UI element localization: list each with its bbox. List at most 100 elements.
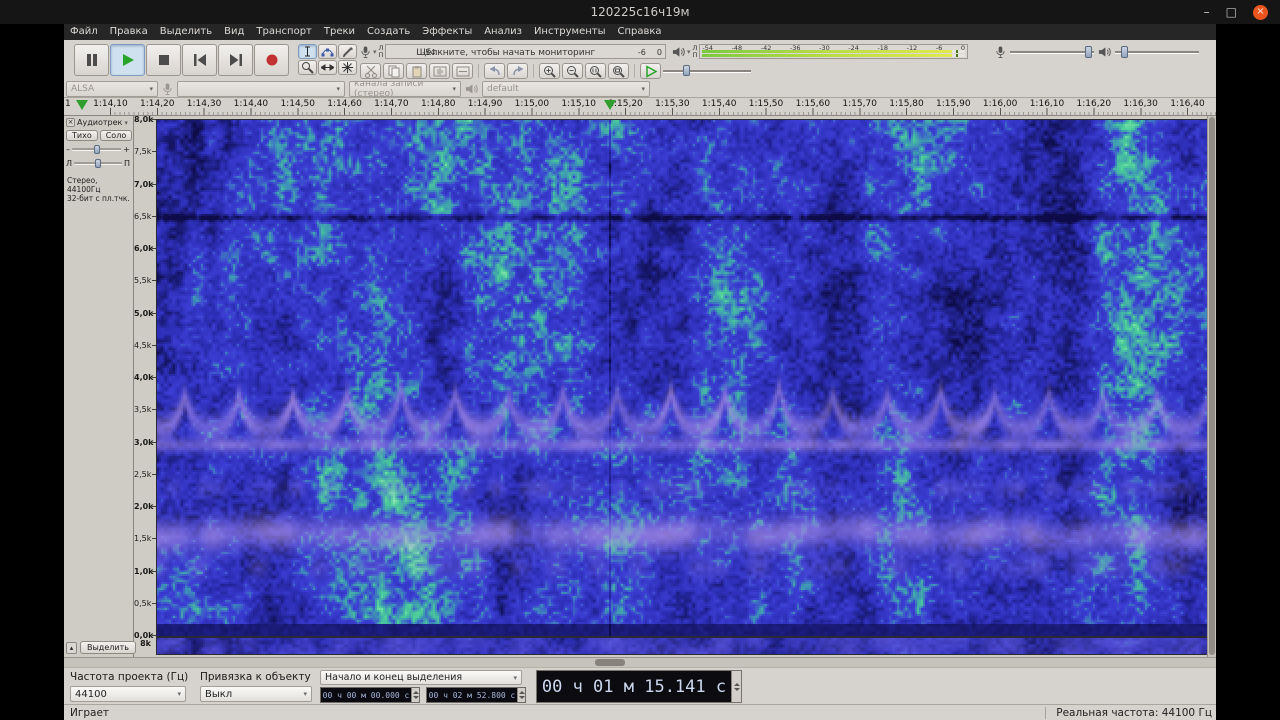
redo-button[interactable]	[507, 63, 528, 79]
zoom-out-button[interactable]	[562, 63, 583, 79]
cut-button[interactable]	[360, 63, 381, 79]
scrollbar-thumb[interactable]	[595, 659, 625, 666]
pinned-playhead-marker[interactable]	[76, 100, 88, 110]
stop-button[interactable]	[146, 44, 181, 76]
channel-right-label: П	[693, 52, 698, 59]
frequency-label-channel2: 8k	[134, 639, 151, 648]
zoom-tool-button[interactable]	[298, 60, 317, 75]
slider-thumb[interactable]	[95, 159, 101, 168]
slider-thumb[interactable]	[94, 145, 100, 154]
spin-up-icon[interactable]	[734, 683, 740, 686]
pan-slider[interactable]: Л П	[66, 159, 130, 168]
track-name-menu[interactable]: Аудиотрек ▾	[77, 118, 128, 127]
gain-slider[interactable]: – +	[66, 145, 130, 154]
timeline-label: 1:15,50	[743, 99, 790, 109]
timeline-ruler[interactable]: 1 1:14,101:14,201:14,301:14,401:14,501:1…	[64, 98, 1216, 116]
spinner[interactable]	[731, 671, 741, 702]
vertical-scrollbar[interactable]	[1207, 116, 1216, 657]
recording-volume-slider[interactable]	[1010, 46, 1094, 58]
menu-item[interactable]: Инструменты	[528, 24, 612, 40]
spinner[interactable]	[517, 688, 525, 702]
frequency-label: 4,5k	[134, 341, 156, 373]
select-track-button[interactable]: Выделить	[80, 641, 136, 654]
envelope-tool-button[interactable]	[318, 44, 337, 59]
slider-thumb[interactable]	[683, 65, 690, 76]
audio-host-select[interactable]: ALSA ▾	[66, 81, 158, 97]
spin-down-icon[interactable]	[734, 688, 740, 691]
menu-item[interactable]: Вид	[218, 24, 250, 40]
snap-to-select[interactable]: Выкл ▾	[200, 686, 312, 702]
slider-thumb[interactable]	[1121, 46, 1128, 58]
project-rate-select[interactable]: 44100 ▾	[70, 686, 186, 702]
paste-button[interactable]	[406, 63, 427, 79]
menu-item[interactable]: Справка	[612, 24, 668, 40]
menu-item[interactable]: Треки	[318, 24, 361, 40]
playback-device-value: default	[487, 84, 519, 94]
slider-thumb[interactable]	[1085, 46, 1092, 58]
menu-item[interactable]: Выделить	[154, 24, 218, 40]
maximize-button[interactable]: □	[1226, 5, 1237, 20]
undo-button[interactable]	[484, 63, 505, 79]
playback-volume-slider[interactable]	[1115, 46, 1199, 58]
zoom-in-button[interactable]	[539, 63, 560, 79]
zoom-to-selection-button[interactable]	[585, 63, 606, 79]
pause-button[interactable]	[74, 44, 109, 76]
silence-audio-button[interactable]	[452, 63, 473, 79]
close-button[interactable]: ×	[1253, 5, 1268, 20]
selection-mode-select[interactable]: Начало и конец выделения ▾	[320, 670, 522, 685]
minimize-button[interactable]: –	[1204, 5, 1210, 20]
timeline-label: 1:16,40	[1164, 99, 1211, 109]
horizontal-scrollbar[interactable]	[64, 657, 1216, 667]
menu-item[interactable]: Правка	[104, 24, 154, 40]
scrollbar-thumb[interactable]	[1209, 117, 1215, 655]
playback-device-select[interactable]: default ▾	[482, 81, 650, 97]
collapse-track-button[interactable]: ▴	[66, 642, 77, 654]
play-button[interactable]	[110, 44, 145, 76]
timeline-label: 1:14,20	[134, 99, 181, 109]
recording-device-select[interactable]: ▾	[177, 81, 345, 97]
playback-meter[interactable]: ▾ Л П -54-48-42-36-30-24-18-12-60	[672, 43, 968, 60]
menu-item[interactable]: Анализ	[478, 24, 528, 40]
record-button[interactable]	[254, 44, 289, 76]
spin-down-icon[interactable]	[413, 696, 419, 699]
solo-button[interactable]: Соло	[100, 130, 133, 141]
record-meter-body[interactable]: -54 Щёлкните, чтобы начать мониторинг -6…	[385, 44, 666, 59]
play-speed-slider[interactable]	[663, 65, 751, 77]
timeline-label: 1:16,00	[977, 99, 1024, 109]
pan-slider-track[interactable]	[74, 162, 122, 165]
menu-item[interactable]: Транспорт	[250, 24, 317, 40]
track-format-info: Стерео, 44100Гц 32-бит с пл.тчк.	[67, 176, 133, 203]
skip-to-start-button[interactable]	[182, 44, 217, 76]
play-meter-body[interactable]: -54-48-42-36-30-24-18-12-60	[699, 44, 968, 59]
draw-tool-button[interactable]	[338, 44, 357, 59]
selection-end-field[interactable]: 00 ч 02 м 52.800 с	[426, 687, 526, 703]
meter-menu-caret-icon[interactable]: ▾	[373, 48, 377, 56]
menu-item[interactable]: Эффекты	[416, 24, 478, 40]
window-titlebar[interactable]: 120225c16ч19м – □ ×	[0, 0, 1280, 24]
meter-menu-caret-icon[interactable]: ▾	[687, 48, 691, 56]
trim-audio-button[interactable]	[429, 63, 450, 79]
spin-up-icon[interactable]	[413, 691, 419, 694]
selection-tool-button[interactable]	[298, 44, 317, 59]
skip-to-end-button[interactable]	[218, 44, 253, 76]
copy-button[interactable]	[383, 63, 404, 79]
spin-down-icon[interactable]	[519, 696, 525, 699]
audio-position-display[interactable]: 00 ч 01 м 15.141 с	[536, 670, 742, 703]
play-at-speed-button[interactable]	[640, 63, 661, 79]
zoom-fit-project-button[interactable]	[608, 63, 629, 79]
record-meter[interactable]: ▾ Л П -54 Щёлкните, чтобы начать монитор…	[360, 43, 666, 60]
close-track-button[interactable]: ×	[66, 118, 75, 127]
spinner[interactable]	[411, 688, 419, 702]
mute-button[interactable]: Тихо	[66, 130, 98, 141]
selection-start-field[interactable]: 00 ч 00 м 00.000 с	[320, 687, 420, 703]
spectrogram-canvas-channel2[interactable]	[157, 638, 1207, 654]
gain-slider-track[interactable]	[72, 148, 121, 151]
recording-channels-select[interactable]: канала записи (стерео) ▾	[349, 81, 461, 97]
spin-up-icon[interactable]	[519, 691, 525, 694]
multi-tool-button[interactable]	[338, 60, 357, 75]
spectrogram-canvas[interactable]	[157, 120, 1207, 636]
menu-item[interactable]: Создать	[361, 24, 416, 40]
playhead-marker[interactable]	[604, 100, 616, 110]
menu-item[interactable]: Файл	[64, 24, 104, 40]
timeshift-tool-button[interactable]	[318, 60, 337, 75]
